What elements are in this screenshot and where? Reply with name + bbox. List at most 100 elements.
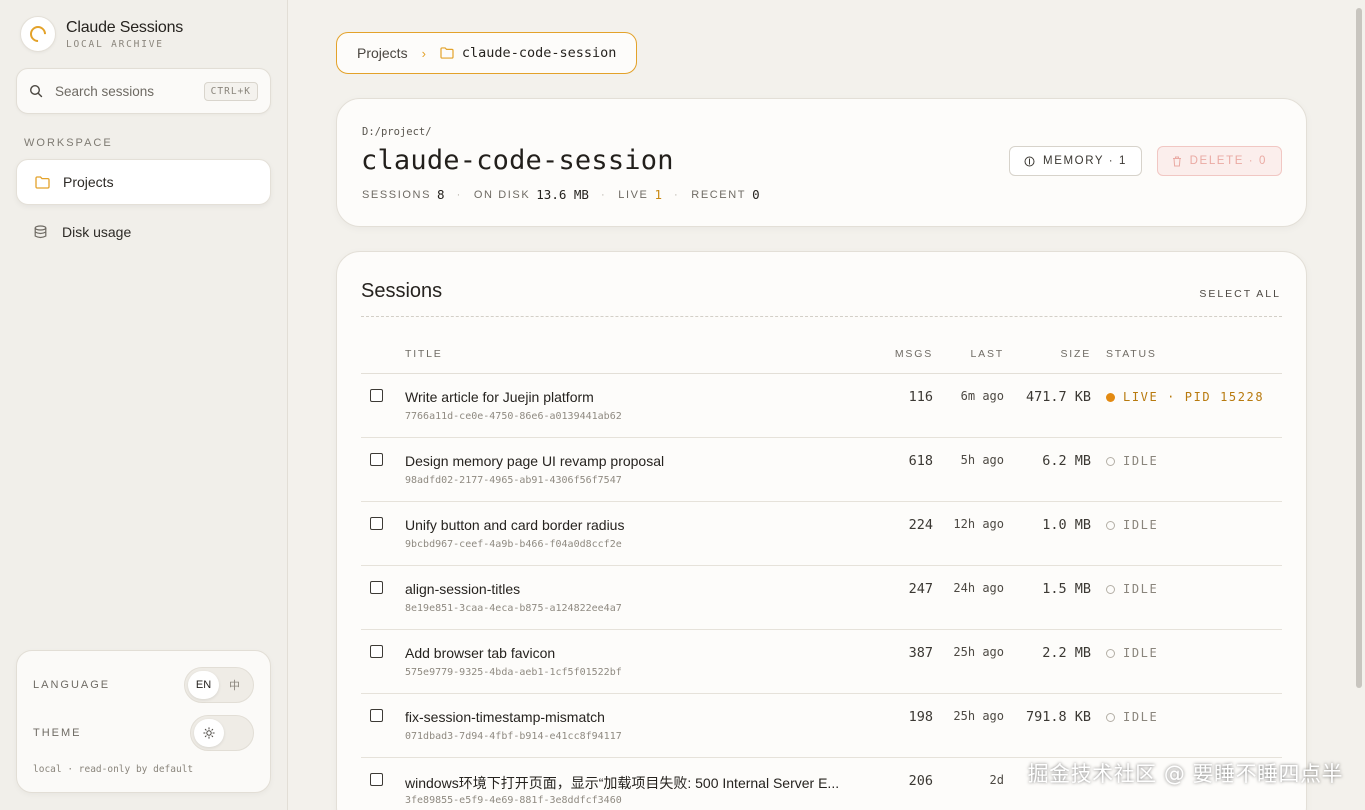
session-id: 071dbad3-7d94-4fbf-b914-e41cc8f94117	[405, 731, 622, 742]
session-id: 3fe89855-e5f9-4e69-881f-3e8ddfcf3460	[405, 795, 622, 806]
language-toggle[interactable]: EN 中	[184, 667, 254, 703]
session-msgs: 116	[908, 389, 933, 405]
session-last: 2d	[989, 773, 1004, 787]
row-checkbox[interactable]	[370, 453, 383, 466]
live-dot-icon	[1106, 392, 1115, 402]
status-text: IDLE	[1123, 710, 1159, 724]
row-checkbox[interactable]	[370, 645, 383, 658]
session-title[interactable]: fix-session-timestamp-mismatch	[405, 709, 605, 725]
language-label: LANGUAGE	[33, 679, 111, 691]
chevron-right-icon: ›	[421, 45, 426, 61]
brand-subtitle: LOCAL ARCHIVE	[66, 38, 164, 50]
session-last: 25h ago	[953, 645, 1004, 659]
col-title[interactable]: TITLE	[405, 348, 443, 360]
session-size: 791.8 KB	[1025, 709, 1091, 725]
breadcrumb-current: claude-code-session	[440, 45, 616, 61]
table-row[interactable]: align-session-titles 8e19e851-3caa-4eca-…	[361, 566, 1282, 630]
table-header: TITLE MSGS LAST SIZE STATUS	[361, 346, 1282, 374]
row-checkbox[interactable]	[370, 709, 383, 722]
session-msgs: 206	[908, 773, 933, 789]
lang-option-zh[interactable]: 中	[219, 671, 250, 699]
stat-sessions-value: 8	[437, 187, 445, 202]
table-row[interactable]: Add browser tab favicon 575e9779-9325-4b…	[361, 630, 1282, 694]
session-title[interactable]: align-session-titles	[405, 581, 520, 597]
session-last: 24h ago	[953, 581, 1004, 595]
sidebar-item-label: Projects	[63, 174, 114, 190]
status-badge: IDLE	[1106, 646, 1158, 660]
page-title: claude-code-session	[361, 145, 674, 176]
separator: ·	[600, 188, 607, 201]
session-title[interactable]: windows环境下打开页面，显示“加载项目失败: 500 Internal S…	[405, 773, 839, 793]
project-path: D:/project/	[362, 126, 432, 138]
status-text: LIVE · PID 15228	[1123, 390, 1265, 404]
sessions-card: Sessions SELECT ALL TITLE MSGS LAST SIZE…	[336, 251, 1307, 810]
session-msgs: 224	[908, 517, 933, 533]
idle-dot-icon	[1106, 712, 1115, 722]
search-icon	[29, 84, 43, 98]
status-badge: LIVE · PID 15228	[1106, 390, 1264, 404]
row-checkbox[interactable]	[370, 773, 383, 786]
separator: ·	[674, 188, 680, 201]
stat-disk-value: 13.6 MB	[536, 187, 589, 202]
memory-button[interactable]: MEMORY · 1	[1009, 146, 1142, 176]
stat-live-label: LIVE	[618, 188, 649, 201]
logo-icon	[20, 16, 56, 52]
col-size[interactable]: SIZE	[1060, 348, 1091, 360]
select-all-button[interactable]: SELECT ALL	[1199, 288, 1281, 300]
status-badge: IDLE	[1106, 710, 1158, 724]
delete-button[interactable]: DELETE · 0	[1156, 146, 1282, 176]
session-msgs: 247	[908, 581, 933, 597]
session-last: 6m ago	[960, 389, 1004, 403]
delete-button-label: DELETE · 0	[1189, 155, 1267, 167]
breadcrumb: Projects › claude-code-session	[336, 32, 638, 74]
lang-option-en[interactable]: EN	[188, 671, 219, 699]
session-title[interactable]: Add browser tab favicon	[405, 645, 555, 661]
trash-icon	[1172, 156, 1181, 166]
folder-icon	[35, 175, 51, 189]
breadcrumb-projects[interactable]: Projects	[357, 45, 408, 61]
row-checkbox[interactable]	[370, 517, 383, 530]
col-status[interactable]: STATUS	[1106, 348, 1157, 360]
status-text: IDLE	[1123, 518, 1159, 532]
session-size: 1.0 MB	[1042, 517, 1091, 533]
row-checkbox[interactable]	[370, 389, 383, 402]
session-id: 9bcbd967-ceef-4a9b-b466-f04a0d8ccf2e	[405, 539, 622, 550]
idle-dot-icon	[1106, 456, 1115, 466]
search-input[interactable]: Search sessions CTRL+K	[16, 68, 271, 114]
stat-disk-label: ON DISK	[473, 188, 531, 201]
project-header: D:/project/ claude-code-session SESSIONS…	[336, 98, 1307, 227]
sidebar-item-label: Disk usage	[62, 224, 132, 240]
shortcut-badge: CTRL+K	[203, 81, 258, 101]
theme-toggle[interactable]	[190, 715, 254, 751]
table-row[interactable]: Design memory page UI revamp proposal 98…	[361, 438, 1282, 502]
scrollbar[interactable]	[1356, 8, 1362, 688]
session-last: 5h ago	[960, 453, 1004, 467]
session-title[interactable]: Design memory page UI revamp proposal	[405, 453, 664, 469]
brand[interactable]: Claude Sessions LOCAL ARCHIVE	[20, 16, 183, 52]
table-row[interactable]: Unify button and card border radius 9bcb…	[361, 502, 1282, 566]
stat-recent-label: RECENT	[691, 188, 747, 201]
session-title[interactable]: Unify button and card border radius	[405, 517, 624, 533]
status-text: IDLE	[1123, 582, 1159, 596]
sidebar-item-disk-usage[interactable]: Disk usage	[16, 209, 271, 255]
col-last[interactable]: LAST	[971, 348, 1004, 360]
sessions-heading: Sessions	[361, 280, 443, 302]
status-text: IDLE	[1123, 454, 1159, 468]
theme-label: THEME	[33, 727, 82, 739]
session-msgs: 387	[908, 645, 933, 661]
memory-icon	[1024, 156, 1035, 166]
session-id: 575e9779-9325-4bda-aeb1-1cf5f01522bf	[405, 667, 622, 678]
col-msgs[interactable]: MSGS	[895, 348, 933, 360]
session-msgs: 198	[908, 709, 933, 725]
row-checkbox[interactable]	[370, 581, 383, 594]
status-badge: IDLE	[1106, 518, 1158, 532]
database-icon	[34, 225, 50, 239]
session-title[interactable]: Write article for Juejin platform	[405, 389, 594, 405]
sun-icon	[194, 719, 224, 747]
idle-dot-icon	[1106, 648, 1115, 658]
status-text: IDLE	[1123, 646, 1159, 660]
table-row[interactable]: Write article for Juejin platform 7766a1…	[361, 374, 1282, 438]
table-row[interactable]: fix-session-timestamp-mismatch 071dbad3-…	[361, 694, 1282, 758]
sidebar-item-projects[interactable]: Projects	[16, 159, 271, 205]
stat-sessions-label: SESSIONS	[362, 188, 432, 201]
